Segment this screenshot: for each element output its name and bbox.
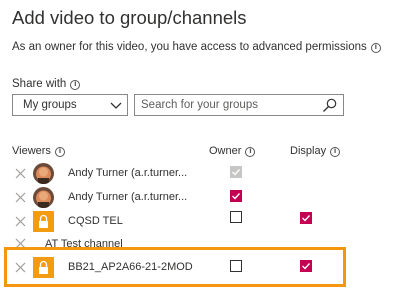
group-type-dropdown[interactable]: My groups [12, 94, 128, 116]
info-icon[interactable]: i [330, 146, 341, 157]
viewer-row: CQSD TEL [0, 210, 414, 234]
group-search-field[interactable] [134, 94, 344, 116]
owner-column-header: Owner i [209, 145, 256, 157]
group-tile [33, 211, 54, 232]
share-with-text: Share with [12, 78, 67, 90]
owner-checkbox[interactable] [230, 190, 242, 202]
owner-checkbox [230, 166, 242, 178]
share-with-label: Share with i [12, 78, 81, 90]
info-icon[interactable]: i [370, 42, 381, 53]
remove-icon[interactable] [15, 168, 26, 179]
chevron-down-icon [110, 102, 122, 109]
viewer-row: Andy Turner (a.r.turner... [0, 162, 414, 186]
viewer-name: CQSD TEL [68, 215, 123, 227]
dialog-subtitle: As an owner for this video, you have acc… [12, 41, 381, 53]
viewer-name: Andy Turner (a.r.turner... [68, 167, 188, 179]
display-checkbox[interactable] [300, 212, 312, 224]
info-icon[interactable]: i [245, 146, 256, 157]
viewer-name: Andy Turner (a.r.turner... [68, 191, 188, 203]
display-header-text: Display [290, 145, 327, 157]
dropdown-value: My groups [23, 99, 77, 111]
dialog-title: Add video to group/channels [12, 7, 247, 28]
owner-checkbox[interactable] [230, 211, 242, 223]
highlight-box [4, 247, 346, 287]
info-icon[interactable]: i [54, 146, 65, 157]
search-input[interactable] [135, 95, 311, 115]
owner-header-text: Owner [209, 145, 242, 157]
viewer-row: Andy Turner (a.r.turner... [0, 186, 414, 210]
avatar [33, 163, 54, 184]
info-icon[interactable]: i [70, 79, 81, 90]
subtitle-text: As an owner for this video, you have acc… [12, 41, 367, 53]
avatar [33, 187, 54, 208]
display-column-header: Display i [290, 145, 341, 157]
viewers-column-header: Viewers i [12, 145, 65, 157]
search-icon[interactable] [322, 98, 337, 113]
remove-icon[interactable] [15, 192, 26, 203]
lock-icon [39, 214, 48, 228]
viewers-header-text: Viewers [12, 145, 51, 157]
remove-icon[interactable] [15, 216, 26, 227]
